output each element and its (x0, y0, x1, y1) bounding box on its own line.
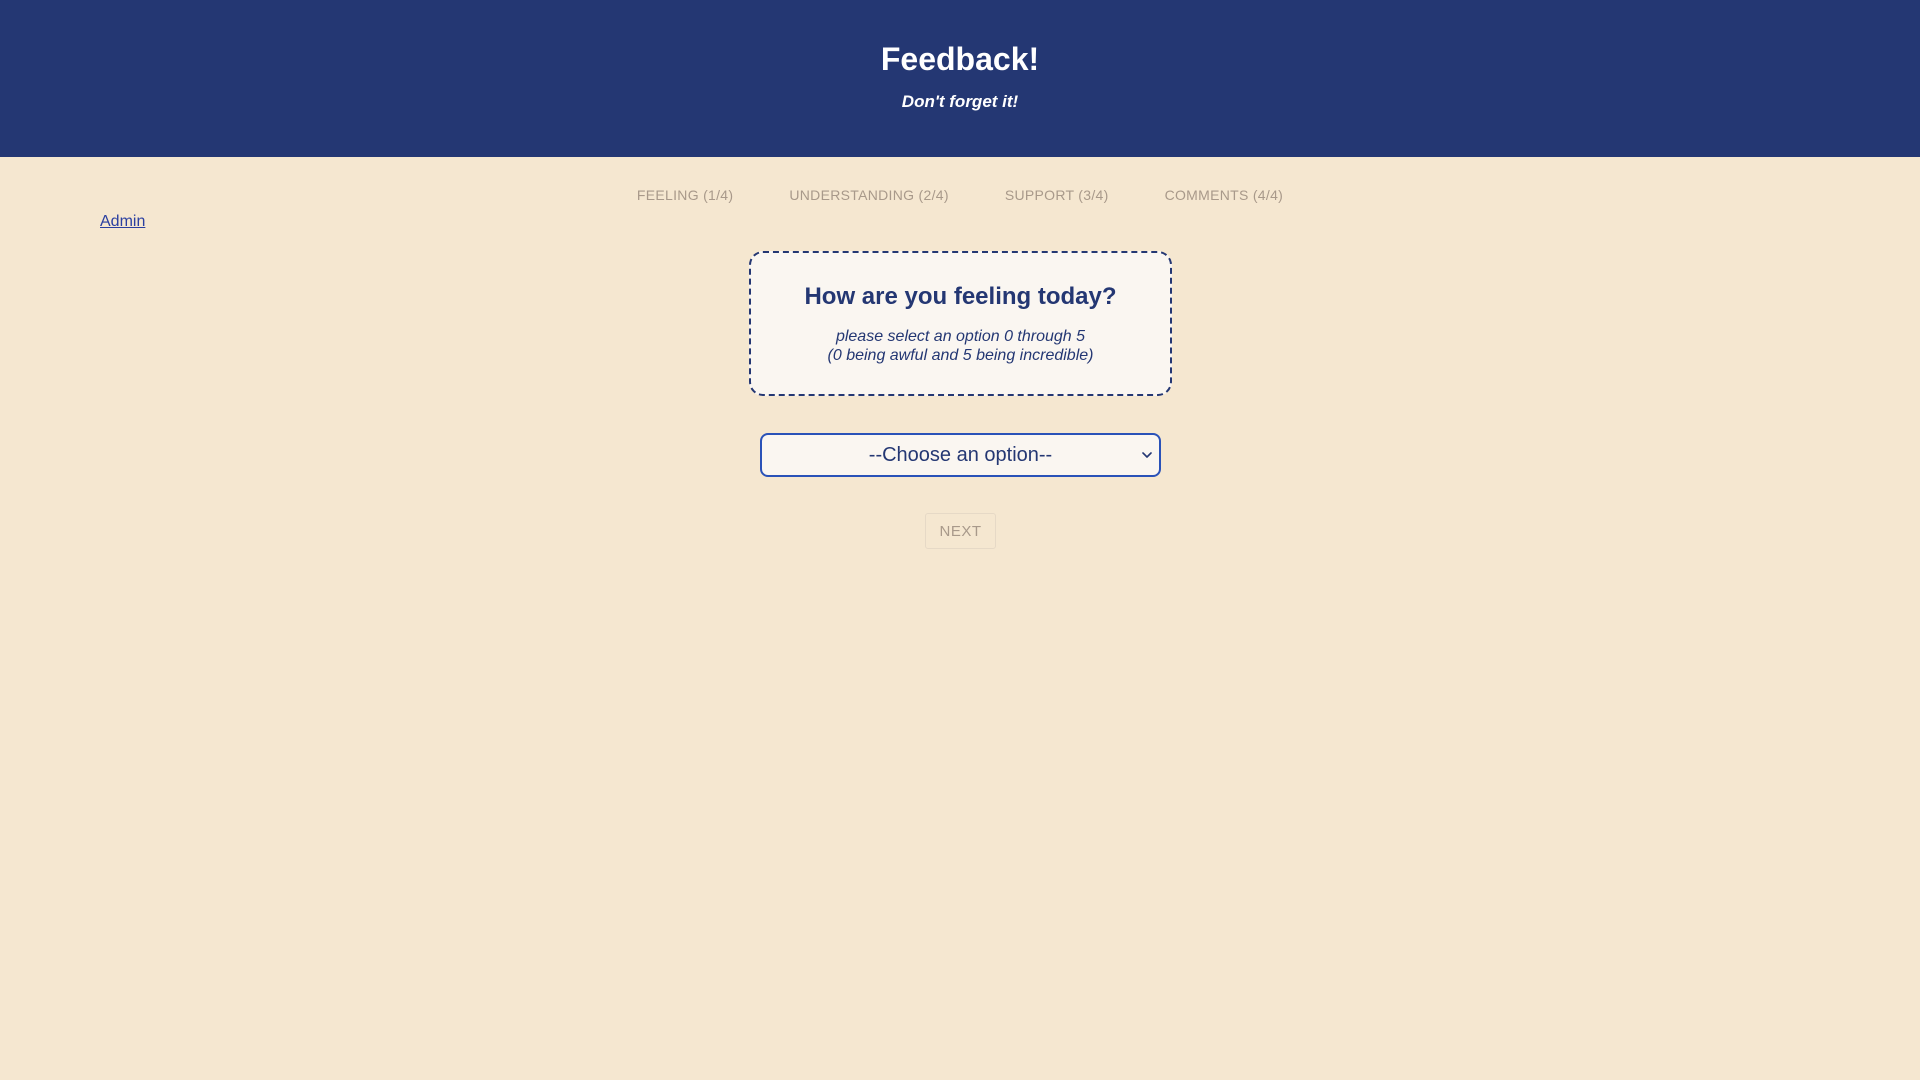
admin-link[interactable]: Admin (100, 213, 145, 231)
step-comments[interactable]: COMMENTS (4/4) (1165, 187, 1284, 203)
question-card: How are you feeling today? please select… (749, 251, 1172, 396)
question-title: How are you feeling today? (804, 283, 1117, 310)
feeling-select-value: --Choose an option-- (868, 444, 1053, 466)
page-subtitle: Don't forget it! (901, 92, 1019, 111)
question-hint-line-1: please select an option 0 through 5 (835, 328, 1086, 345)
step-understanding[interactable]: UNDERSTANDING (2/4) (789, 187, 948, 203)
app-header: Feedback! Don't forget it! (0, 0, 1920, 157)
next-button[interactable]: NEXT (925, 513, 996, 549)
step-support[interactable]: SUPPORT (3/4) (1005, 187, 1109, 203)
step-progress-nav: FEELING (1/4) UNDERSTANDING (2/4) SUPPOR… (0, 187, 1920, 203)
chevron-down-icon (1142, 452, 1152, 458)
question-hint: please select an option 0 through 5 (0 b… (751, 327, 1170, 365)
question-hint-line-2: (0 being awful and 5 being incredible) (827, 347, 1094, 364)
feeling-select[interactable]: --Choose an option-- (760, 433, 1161, 477)
step-feeling[interactable]: FEELING (1/4) (637, 187, 733, 203)
page-title: Feedback! (880, 41, 1040, 77)
